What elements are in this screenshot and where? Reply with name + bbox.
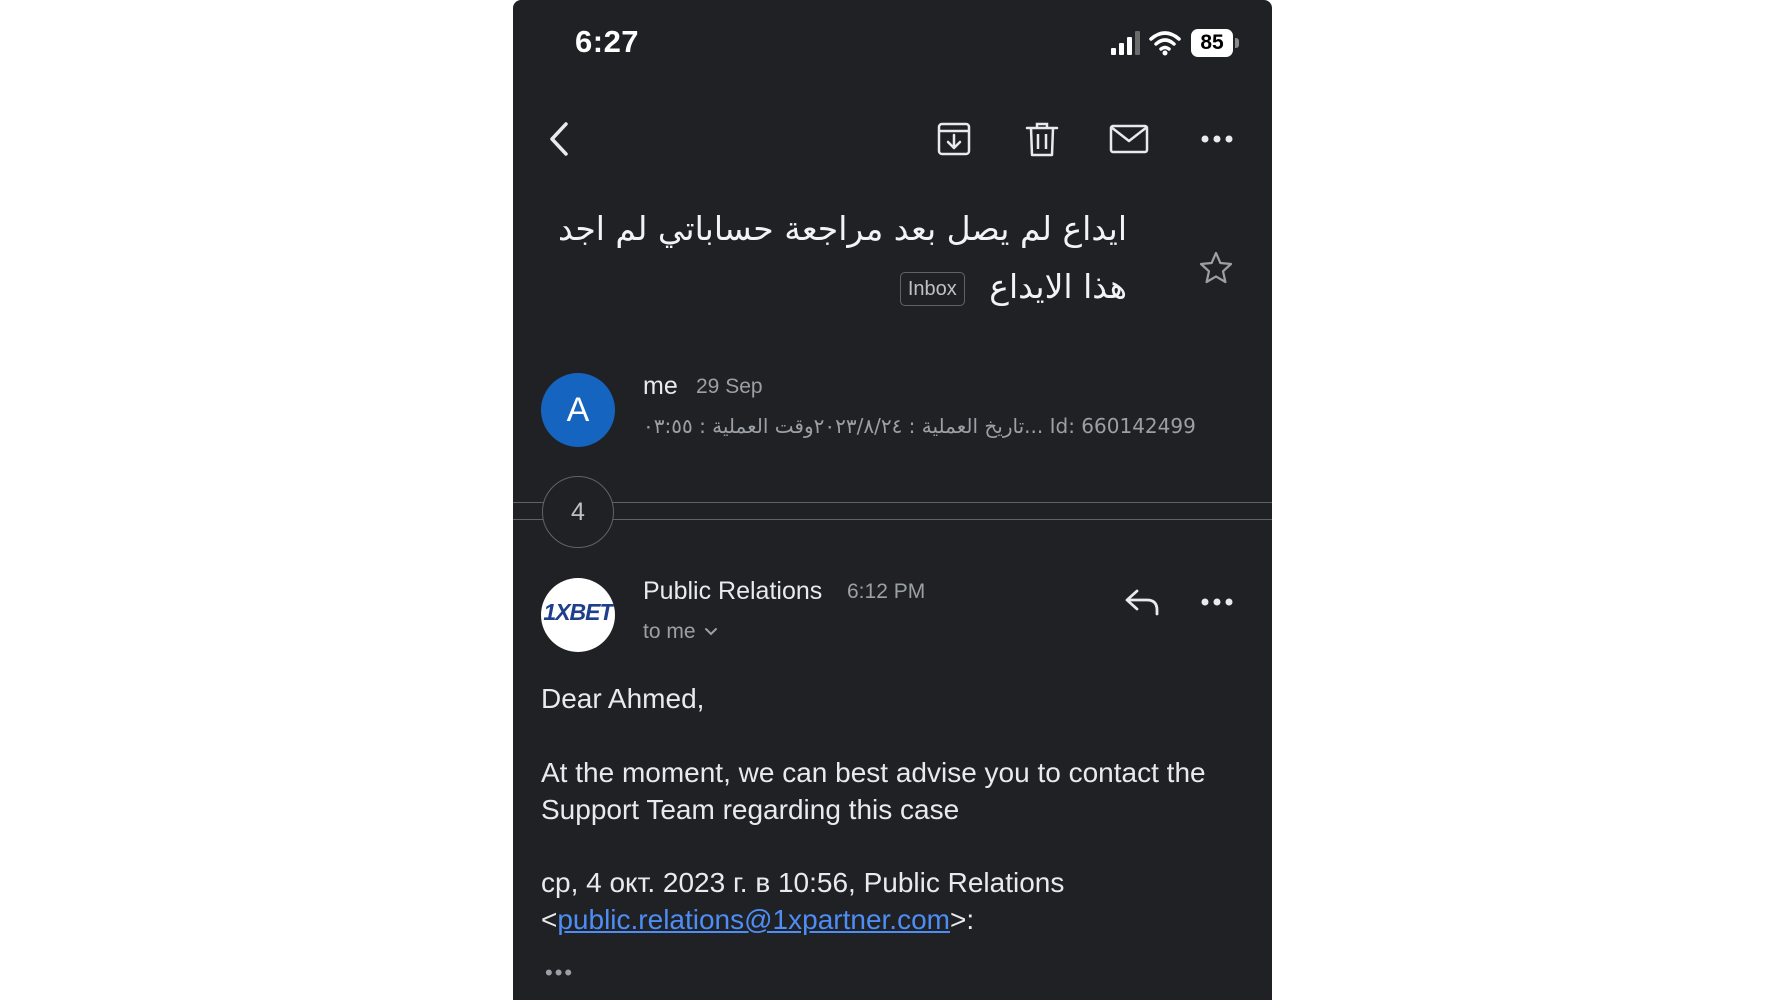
sender-name-me[interactable]: me (643, 372, 678, 401)
quote-lt: < (541, 904, 558, 935)
collapsed-messages-divider (513, 502, 1272, 520)
message-time: 6:12 PM (847, 580, 926, 603)
quoted-header-line: ср, 4 окт. 2023 г. в 10:56, Public Relat… (541, 867, 1065, 898)
quote-gt: >: (949, 904, 975, 935)
show-trimmed-content-button[interactable]: ••• (545, 960, 574, 986)
reply-button[interactable] (1120, 580, 1164, 624)
archive-icon (937, 122, 971, 156)
message-body: At the moment, we can best advise you to… (541, 757, 1206, 825)
sender-name[interactable]: Public Relations (643, 577, 822, 606)
trash-icon (1025, 122, 1059, 157)
quoted-email-link[interactable]: public.relations@1xpartner.com (557, 904, 950, 935)
cellular-signal-icon (1111, 31, 1140, 55)
mail-icon (1109, 124, 1149, 154)
back-button[interactable] (537, 117, 581, 161)
message-date: 29 Sep (696, 375, 763, 398)
message-greeting: Dear Ahmed, (541, 683, 705, 714)
recipient-details-toggle[interactable]: to me (643, 620, 718, 644)
inbox-label-badge[interactable]: Inbox (899, 271, 965, 306)
quoted-header: ср, 4 окт. 2023 г. в 10:56, Public Relat… (541, 864, 1241, 938)
sender-avatar-1xbet: 1XBET (541, 578, 615, 652)
status-time: 6:27 (575, 24, 640, 59)
message-more-button[interactable] (1195, 580, 1239, 624)
sender-avatar-me: A (541, 373, 615, 447)
battery-level: 85 (1191, 29, 1233, 57)
mark-unread-button[interactable] (1107, 117, 1151, 161)
email-screen: 6:27 85 ايداع لم يصل بعد مراجعة حساباتي … (513, 0, 1272, 1000)
reply-icon (1125, 589, 1159, 616)
chevron-left-icon (550, 122, 568, 156)
message-snippet[interactable]: تاريخ العملية : ٢٠٢٣/٨/٢٤وقت العملية : ٠… (643, 414, 1213, 438)
wifi-icon (1149, 31, 1181, 56)
chevron-down-icon (704, 628, 717, 636)
more-horizontal-icon (1201, 598, 1233, 606)
more-options-button[interactable] (1195, 117, 1239, 161)
archive-button[interactable] (932, 117, 976, 161)
collapsed-messages-count[interactable]: 4 (542, 476, 614, 548)
battery-icon: 85 (1191, 29, 1243, 57)
star-button[interactable] (1194, 246, 1238, 290)
1xbet-logo: 1XBET (543, 599, 613, 625)
star-icon (1199, 251, 1233, 284)
more-horizontal-icon (1201, 135, 1233, 143)
email-subject: ايداع لم يصل بعد مراجعة حساباتي لم اجد ه… (527, 200, 1127, 316)
quoted-email-line: <public.relations@1xpartner.com>: (541, 901, 1241, 938)
recipient-text: to me (643, 620, 696, 643)
delete-button[interactable] (1020, 117, 1064, 161)
subject-text: ايداع لم يصل بعد مراجعة حساباتي لم اجد ه… (558, 209, 1127, 306)
